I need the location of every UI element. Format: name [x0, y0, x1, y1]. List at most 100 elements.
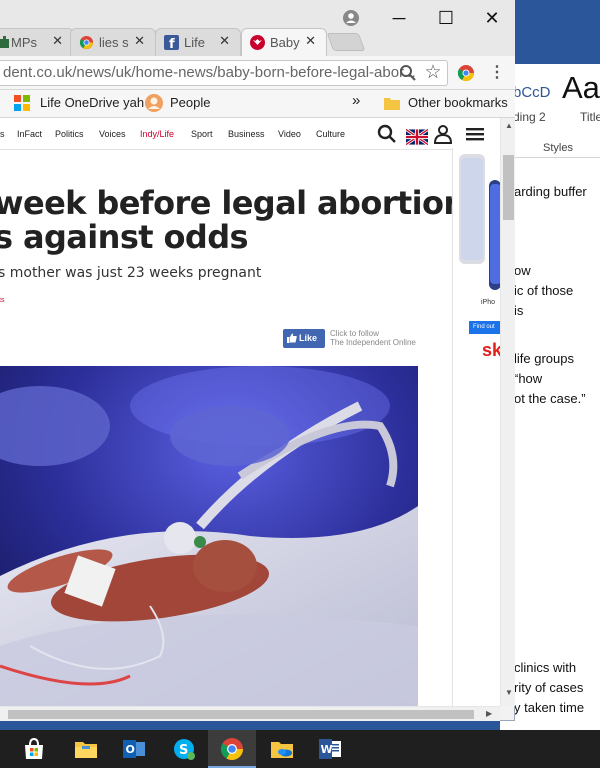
chrome-titlebar[interactable]: MPs ✕ lies s ✕ f Life ✕ Baby ✕ ─ ☐ ✕: [0, 0, 515, 57]
tab-lies[interactable]: lies s ✕: [70, 28, 156, 56]
independent-eagle-icon: [250, 35, 265, 50]
tab-title: Life: [184, 35, 205, 50]
vertical-scroll-thumb[interactable]: [503, 155, 514, 220]
word-window: bCcD Aa ding 2 Title Styles arding buffe…: [500, 0, 600, 730]
search-zoom-icon[interactable]: [399, 64, 417, 82]
nav-item-voices[interactable]: Voices: [99, 129, 126, 139]
article-byline[interactable]: ts: [0, 297, 4, 304]
bookmark-people[interactable]: People: [170, 95, 210, 110]
people-icon: [145, 94, 163, 112]
nav-item[interactable]: s: [0, 129, 5, 139]
style-heading2-sample[interactable]: bCcD: [513, 84, 551, 101]
facebook-like-button[interactable]: Like: [283, 329, 325, 348]
doc-line: ow: [514, 263, 531, 278]
chrome-window: MPs ✕ lies s ✕ f Life ✕ Baby ✕ ─ ☐ ✕ den…: [0, 0, 515, 721]
word-ribbon: bCcD Aa ding 2 Title Styles: [500, 64, 600, 158]
profile-icon[interactable]: [343, 10, 359, 26]
svg-text:S: S: [179, 743, 188, 758]
extension-icon[interactable]: [457, 64, 475, 82]
user-account-icon[interactable]: [432, 124, 454, 144]
word-icon[interactable]: W: [306, 730, 354, 768]
tab-baby[interactable]: Baby ✕: [241, 28, 327, 57]
skype-icon[interactable]: S: [160, 730, 208, 768]
tab-title: lies s: [99, 35, 129, 50]
parliament-icon: [0, 36, 9, 48]
site-navigation: s InFact Politics Voices Indy/Life Sport…: [0, 118, 500, 150]
word-title-strip: [500, 0, 600, 64]
outlook-icon[interactable]: O: [110, 730, 158, 768]
close-icon[interactable]: ✕: [305, 33, 316, 49]
file-explorer-icon[interactable]: [62, 730, 110, 768]
nav-item-culture[interactable]: Culture: [316, 129, 345, 139]
thumbs-up-icon: [287, 333, 297, 343]
uk-flag-icon[interactable]: [406, 127, 428, 147]
article-subheading: s mother was just 23 weeks pregnant: [0, 265, 262, 281]
word-document[interactable]: arding buffer ow ic of those is life gro…: [500, 158, 600, 730]
folder-icon: [384, 98, 400, 110]
close-icon[interactable]: ✕: [219, 33, 230, 49]
web-page: s InFact Politics Voices Indy/Life Sport…: [0, 118, 500, 706]
follow-line: Click to follow: [330, 329, 379, 338]
close-icon[interactable]: ✕: [52, 33, 63, 49]
scroll-down-arrow-icon[interactable]: ▼: [505, 688, 513, 697]
toolbar: dent.co.uk/news/uk/home-news/baby-born-b…: [0, 56, 515, 90]
facebook-icon: f: [164, 35, 179, 50]
nav-item-politics[interactable]: Politics: [55, 129, 84, 139]
style-heading2-label: ding 2: [513, 110, 546, 124]
ad-logo: sk: [482, 340, 500, 360]
scroll-right-arrow-icon[interactable]: ▶: [486, 709, 492, 718]
other-bookmarks[interactable]: Other bookmarks: [408, 95, 508, 110]
chrome-menu-icon[interactable]: ⋮: [488, 62, 506, 81]
store-icon[interactable]: [10, 730, 58, 768]
follow-text: Click to follow The Independent Online: [330, 329, 416, 347]
address-bar[interactable]: dent.co.uk/news/uk/home-news/baby-born-b…: [0, 60, 448, 86]
doc-line: clinics with: [514, 660, 577, 675]
svg-text:O: O: [126, 743, 135, 756]
headline-line: s against odds: [0, 218, 249, 256]
search-icon[interactable]: [376, 124, 398, 144]
sidebar-advert[interactable]: iPho Find out sk: [452, 148, 500, 706]
doc-line: arding buffer: [514, 184, 587, 199]
nav-item-sport[interactable]: Sport: [191, 129, 213, 139]
svg-text:f: f: [169, 37, 175, 50]
microsoft-icon: [14, 95, 30, 111]
nav-item-indylife[interactable]: Indy/Life: [140, 129, 174, 139]
style-title-label: Title: [580, 110, 600, 124]
horizontal-scrollbar[interactable]: ▶: [0, 706, 500, 721]
tab-life[interactable]: f Life ✕: [155, 28, 241, 56]
doc-line: life groups: [514, 351, 574, 366]
chrome-icon[interactable]: [208, 730, 256, 768]
headline-line: week before legal abortion: [0, 184, 466, 222]
horizontal-scroll-thumb[interactable]: [8, 710, 474, 719]
doc-line: rity of cases: [514, 680, 584, 695]
doc-line: ot the case.”: [514, 391, 586, 406]
tab-title: MPs: [11, 35, 37, 50]
tab-title: Baby: [270, 35, 300, 50]
scroll-up-arrow-icon[interactable]: ▲: [505, 121, 513, 130]
minimize-button[interactable]: ─: [379, 8, 419, 34]
styles-group-label: Styles: [543, 142, 573, 154]
bookmark-star-icon[interactable]: ☆: [424, 61, 442, 83]
vertical-scrollbar[interactable]: ▲ ▼: [500, 118, 515, 706]
close-window-button[interactable]: ✕: [472, 8, 512, 34]
windows-taskbar: O S W: [0, 730, 600, 768]
style-title-sample[interactable]: Aa: [562, 70, 600, 106]
maximize-button[interactable]: ☐: [426, 8, 466, 34]
nav-item-business[interactable]: Business: [228, 129, 265, 139]
like-label: Like: [299, 333, 318, 343]
onedrive-folder-icon[interactable]: [258, 730, 306, 768]
incubator-photo-image: [0, 366, 418, 706]
nav-item-video[interactable]: Video: [278, 129, 301, 139]
ad-caption: iPho: [481, 299, 496, 306]
tab-mps[interactable]: MPs ✕: [0, 28, 74, 56]
bookmark-onedrive[interactable]: Life OneDrive yah: [40, 95, 144, 110]
close-icon[interactable]: ✕: [134, 33, 145, 49]
new-tab-button[interactable]: [326, 33, 366, 51]
bookmarks-overflow-chevron[interactable]: »: [352, 92, 360, 109]
follow-line: The Independent Online: [330, 338, 416, 347]
doc-line: is: [514, 303, 524, 318]
article-photo[interactable]: [0, 366, 418, 706]
nav-item-infact[interactable]: InFact: [17, 129, 42, 139]
hamburger-menu-icon[interactable]: [464, 124, 486, 144]
ad-find-out-button[interactable]: Find out: [469, 321, 500, 334]
